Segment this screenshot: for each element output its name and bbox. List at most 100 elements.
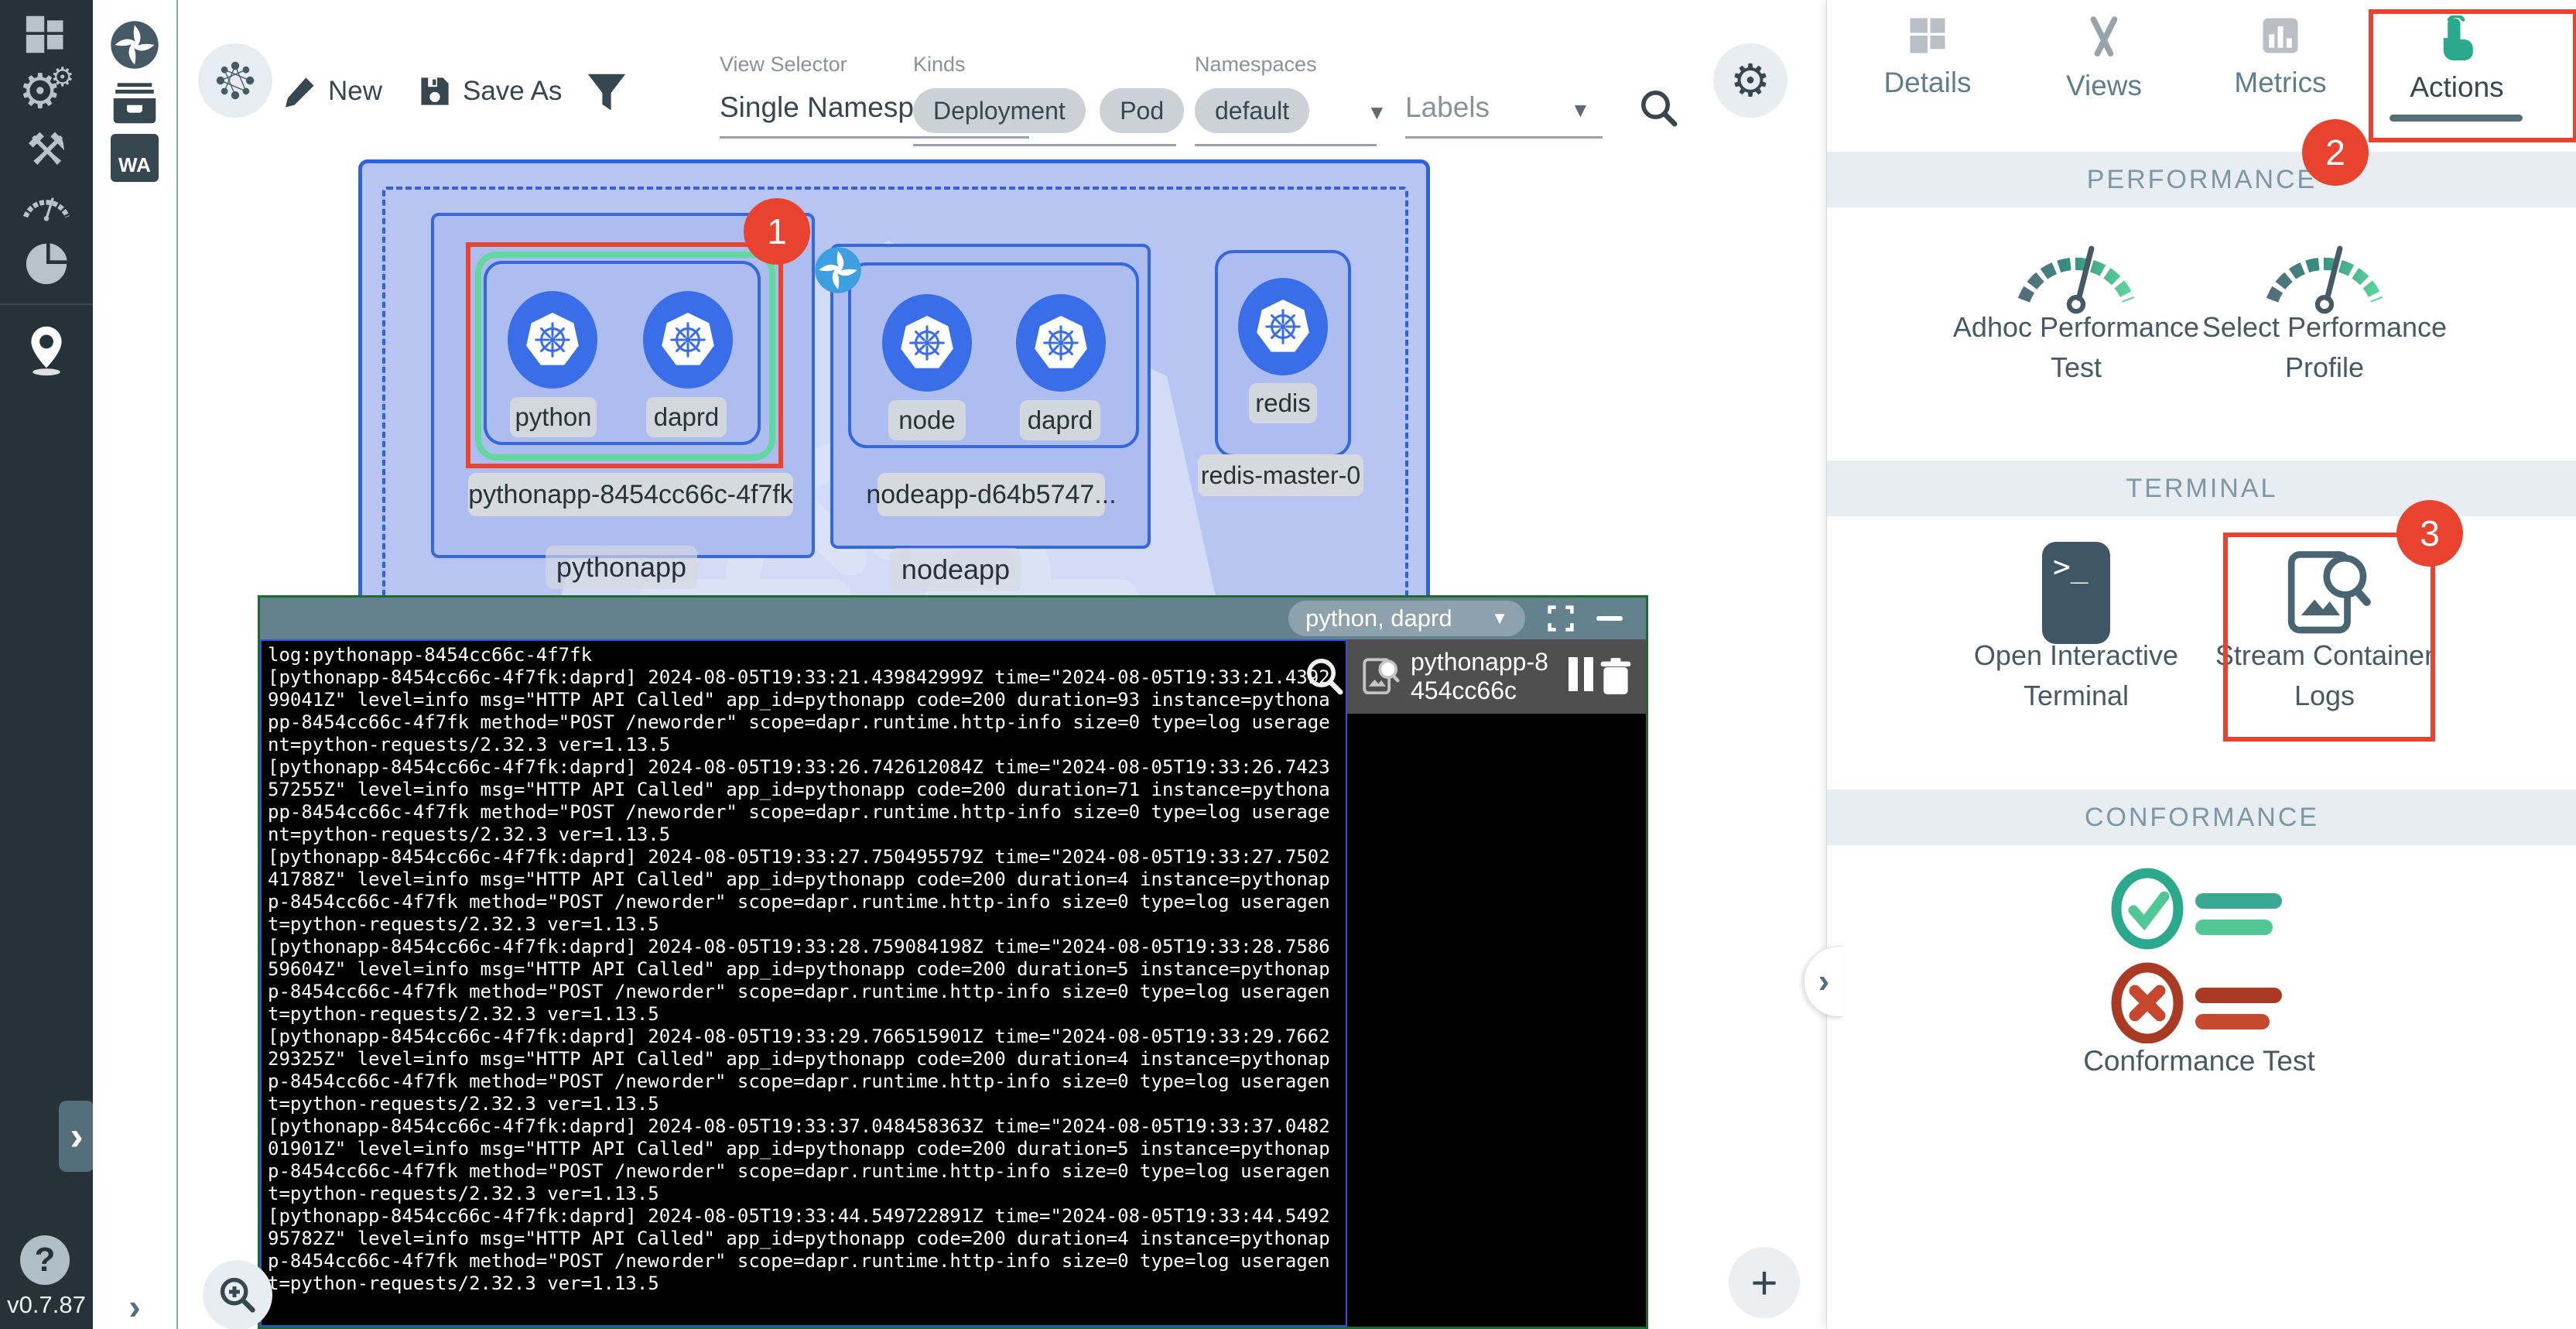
log-entry: [pythonapp-8454cc66c-4f7fk:daprd] 2024-0…	[268, 1026, 1339, 1115]
kind-chip-pod[interactable]: Pod	[1100, 88, 1184, 133]
chevron-right-icon: ›	[70, 1113, 83, 1159]
kubernetes-icon	[1031, 313, 1090, 372]
session-title: pythonapp-8454cc66c	[1411, 648, 1558, 705]
dapr-logo-icon[interactable]	[93, 17, 176, 73]
gauge-icon	[2006, 221, 2146, 321]
settings-button[interactable]: ⚙	[1713, 43, 1787, 118]
minimize-icon[interactable]	[1596, 616, 1623, 621]
open-interactive-terminal-action[interactable]: >_	[2042, 542, 2110, 644]
kinds-label: Kinds	[913, 53, 966, 77]
gear-icon: ⚙	[1730, 54, 1770, 107]
tab-label: Views	[2066, 70, 2142, 102]
kind-chip-deployment[interactable]: Deployment	[913, 88, 1086, 133]
log-entry: [pythonapp-8454cc66c-4f7fk:daprd] 2024-0…	[268, 936, 1339, 1026]
new-button-label: New	[328, 76, 382, 107]
container-redis[interactable]	[1238, 278, 1328, 375]
chevron-down-icon: ▼	[1570, 98, 1590, 122]
conformance-test-action[interactable]	[2110, 865, 2311, 1047]
select-performance-profile-action[interactable]	[2255, 221, 2394, 325]
wasm-wa-icon[interactable]: WA	[93, 130, 176, 186]
filter-button[interactable]	[585, 71, 628, 118]
container-chip-node[interactable]: node	[888, 400, 966, 440]
help-button[interactable]: ?	[20, 1235, 70, 1285]
container-chip-daprd2[interactable]: daprd	[1020, 400, 1100, 440]
fullscreen-icon[interactable]	[1547, 605, 1575, 632]
chevron-down-icon: ▼	[1491, 608, 1508, 629]
select-performance-label-2: Profile	[2185, 351, 2464, 384]
log-entry: log:pythonapp-8454cc66c-4f7fk	[268, 644, 1339, 666]
log-entry: [pythonapp-8454cc66c-4f7fk:daprd] 2024-0…	[268, 846, 1339, 936]
pod-nodeapp[interactable]: node daprd	[848, 262, 1139, 448]
chevron-right-icon: ›	[1818, 962, 1830, 1001]
canvas-zoom-button[interactable]	[203, 1260, 272, 1329]
sidebar-divider	[0, 303, 93, 305]
tab-label: Metrics	[2234, 67, 2326, 99]
namespaces-select[interactable]: default ▼	[1195, 88, 1387, 146]
search-button[interactable]	[1637, 87, 1681, 134]
pod-label-redis: redis-master-0	[1198, 454, 1363, 496]
container-daprd2[interactable]	[1016, 294, 1106, 392]
deployment-label-nodeapp: nodeapp	[890, 548, 1021, 591]
check-circle-icon	[2116, 873, 2282, 944]
add-button[interactable]: +	[1729, 1247, 1800, 1318]
gauge-icon	[2255, 221, 2394, 321]
container-node[interactable]	[882, 294, 972, 392]
container-chip-redis[interactable]: redis	[1249, 383, 1317, 423]
stream-logs-icon	[1360, 656, 1400, 697]
archive-drawer-icon[interactable]	[93, 74, 176, 130]
pod-label-pythonapp: pythonapp-8454cc66c-4f7fk	[468, 473, 793, 516]
sidebar-expand-handle[interactable]: ›	[59, 1101, 94, 1172]
dapr-sidecar-icon	[814, 246, 862, 294]
group-pythonapp[interactable]: python daprd pythonapp-8454cc66c-4f7fk	[431, 213, 815, 558]
namespace-chip-default[interactable]: default	[1195, 88, 1309, 133]
kinds-select[interactable]: Deployment Pod ▼	[913, 88, 1221, 146]
zoom-cursor-icon	[1303, 655, 1346, 698]
terminal-session-panel: pythonapp-8454cc66c	[1347, 639, 1646, 1327]
section-header-performance: PERFORMANCE	[1827, 152, 2576, 207]
search-icon	[1637, 87, 1681, 130]
pod-label-nodeapp: nodeapp-d64b5747...	[877, 473, 1105, 516]
version-label: v0.7.87	[0, 1291, 93, 1319]
new-button[interactable]: New	[283, 74, 382, 108]
namespace-boundary[interactable]: python daprd pythonapp-8454cc66c-4f7fk n…	[358, 159, 1430, 615]
deployment-label-pythonapp: pythonapp	[546, 546, 697, 589]
app-root: ⚙⚙ ⚒ › ? v0.7.87	[0, 0, 2576, 1329]
adhoc-performance-test-action[interactable]	[2006, 221, 2146, 325]
rail-bottom-chevron-icon[interactable]: ›	[93, 1279, 176, 1329]
section-header-terminal: TERMINAL	[1827, 461, 2576, 516]
section-header-conformance: CONFORMANCE	[1827, 790, 2576, 845]
right-panel-collapse-handle[interactable]: ›	[1804, 946, 1843, 1017]
annotation-rect-2	[2369, 9, 2576, 142]
tab-details[interactable]: Details	[1839, 15, 2017, 99]
save-as-button[interactable]: Save As	[418, 74, 562, 108]
session-row[interactable]: pythonapp-8454cc66c	[1347, 639, 1646, 714]
labels-placeholder: Labels	[1405, 91, 1490, 123]
tab-views[interactable]: Views	[2015, 15, 2193, 102]
log-terminal: python, daprd ▼ log:pythonapp-8454cc66c-…	[258, 595, 1648, 1329]
annotation-badge-2: 2	[2302, 119, 2369, 186]
terminal-header[interactable]: python, daprd ▼	[260, 598, 1646, 639]
pod-redis[interactable]: redis	[1215, 250, 1351, 457]
mesh-menu-button[interactable]	[198, 43, 272, 118]
view-selector-label: View Selector	[720, 53, 847, 77]
right-panel: Details Views Metrics Actions	[1826, 0, 2576, 1329]
save-as-button-label: Save As	[463, 76, 562, 107]
log-entry: [pythonapp-8454cc66c-4f7fk:daprd] 2024-0…	[268, 1205, 1339, 1295]
trash-icon[interactable]	[1598, 657, 1634, 696]
kubernetes-icon	[1254, 297, 1312, 356]
container-select-dropdown[interactable]: python, daprd ▼	[1288, 601, 1525, 636]
pencil-icon	[283, 74, 317, 108]
pause-icon[interactable]	[1569, 657, 1593, 696]
location-pin-icon[interactable]	[0, 316, 93, 385]
conformance-pie-icon[interactable]	[0, 229, 93, 299]
left-sidebar: ⚙⚙ ⚒ › ? v0.7.87	[0, 0, 93, 1329]
labels-select[interactable]: Labels ▼	[1405, 91, 1603, 139]
conformance-test-label: Conformance Test	[2060, 1045, 2338, 1077]
chevron-down-icon: ▼	[1367, 101, 1387, 124]
mesh-cluster-icon	[215, 60, 255, 101]
tab-metrics[interactable]: Metrics	[2191, 15, 2369, 99]
zoom-in-icon	[217, 1274, 258, 1316]
group-nodeapp[interactable]: node daprd nodeapp-d64b5747...	[830, 244, 1151, 549]
log-entry: [pythonapp-8454cc66c-4f7fk:daprd] 2024-0…	[268, 666, 1339, 756]
terminal-log[interactable]: log:pythonapp-8454cc66c-4f7fk[pythonapp-…	[260, 639, 1347, 1327]
